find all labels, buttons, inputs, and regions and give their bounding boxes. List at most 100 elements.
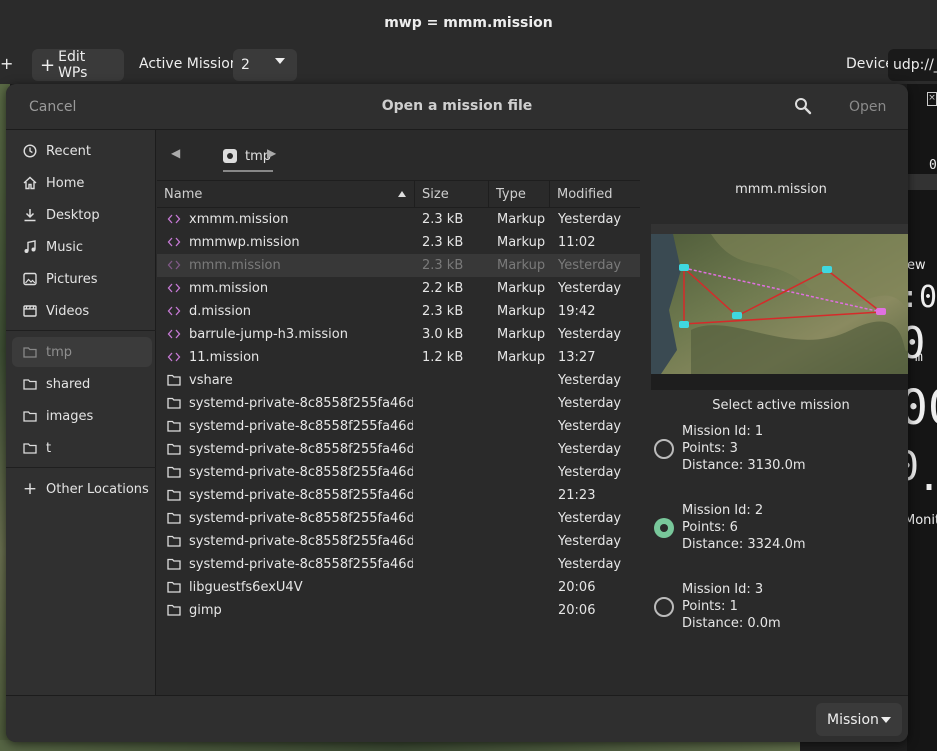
- file-type: Markup: [497, 304, 546, 319]
- radio-button[interactable]: [654, 439, 674, 459]
- sidebar-item-images[interactable]: images: [6, 401, 156, 431]
- path-crumb-tmp[interactable]: tmp: [223, 142, 274, 172]
- markup-file-icon: [167, 258, 181, 272]
- file-name: gimp: [189, 603, 222, 618]
- file-filter-dropdown[interactable]: Mission: [816, 703, 902, 736]
- file-type: Markup: [497, 212, 546, 227]
- device-field[interactable]: udp://__: [888, 49, 937, 81]
- file-modified: 19:42: [558, 304, 596, 319]
- folder-icon: [167, 396, 181, 410]
- sidebar-item-shared[interactable]: shared: [6, 369, 156, 399]
- column-header-modified[interactable]: Modified: [550, 181, 640, 208]
- markup-file-icon: [167, 350, 181, 364]
- chevron-left-icon[interactable]: ◀: [171, 146, 180, 160]
- pictures-icon: [22, 271, 38, 287]
- clock-icon: [22, 143, 38, 159]
- file-row[interactable]: systemd-private-8c8558f255fa46d… Yesterda…: [157, 392, 640, 415]
- folder-icon: [167, 442, 181, 456]
- close-icon[interactable]: ×: [927, 92, 937, 106]
- sidebar-item-label: Videos: [46, 303, 90, 319]
- file-row[interactable]: systemd-private-8c8558f255fa46d… 21:23: [157, 484, 640, 507]
- device-value: udp://__: [893, 57, 937, 73]
- main-toolbar: + + Edit WPs Active Mission 2 Device udp…: [0, 46, 937, 84]
- mission-id: Mission Id: 1: [682, 424, 764, 439]
- sidebar-item-videos[interactable]: Videos: [6, 296, 156, 326]
- file-row[interactable]: systemd-private-8c8558f255fa46d… Yesterda…: [157, 461, 640, 484]
- file-row[interactable]: systemd-private-8c8558f255fa46d… Yesterda…: [157, 415, 640, 438]
- sidebar-item-label: Other Locations: [46, 481, 149, 497]
- home-icon: [22, 175, 38, 191]
- videos-icon: [22, 303, 38, 319]
- sort-ascending-icon: [398, 191, 406, 197]
- file-name: systemd-private-8c8558f255fa46d…: [189, 465, 413, 480]
- column-header-name[interactable]: Name: [157, 181, 415, 208]
- folder-icon: [167, 580, 181, 594]
- mission-option-1[interactable]: Mission Id: 1 Points: 3 Distance: 3130.0…: [652, 424, 902, 484]
- plus-icon: +: [40, 54, 56, 76]
- sidebar-item-label: t: [46, 440, 52, 456]
- folder-icon: [22, 408, 38, 424]
- mission-option-3[interactable]: Mission Id: 3 Points: 1 Distance: 0.0m: [652, 582, 902, 642]
- file-row[interactable]: 11.mission 1.2 kB Markup 13:27: [157, 346, 640, 369]
- open-button[interactable]: Open: [849, 99, 886, 115]
- file-row[interactable]: systemd-private-8c8558f255fa46d… Yesterda…: [157, 553, 640, 576]
- sidebar-item-other-locations[interactable]: + Other Locations: [6, 474, 156, 504]
- search-icon[interactable]: [794, 97, 812, 115]
- file-row[interactable]: systemd-private-8c8558f255fa46d… Yesterda…: [157, 438, 640, 461]
- chevron-right-icon[interactable]: ▶: [267, 146, 276, 160]
- preview-title: mmm.mission: [735, 182, 827, 197]
- folder-icon: [167, 488, 181, 502]
- column-label: Type: [496, 187, 526, 202]
- file-size: 2.3 kB: [422, 304, 464, 319]
- sidebar-item-home[interactable]: Home: [6, 168, 156, 198]
- column-header-type[interactable]: Type: [489, 181, 550, 208]
- sidebar-item-tmp[interactable]: tmp: [12, 337, 152, 367]
- file-name: mm.mission: [189, 281, 269, 296]
- file-modified: 13:27: [558, 350, 596, 365]
- file-row[interactable]: xmmm.mission 2.3 kB Markup Yesterday: [157, 208, 640, 231]
- mission-distance: Distance: 3130.0m: [682, 458, 806, 473]
- radio-button[interactable]: [654, 597, 674, 617]
- file-row[interactable]: systemd-private-8c8558f255fa46d… Yesterda…: [157, 530, 640, 553]
- file-row[interactable]: mm.mission 2.2 kB Markup Yesterday: [157, 277, 640, 300]
- radio-button-selected[interactable]: [654, 518, 674, 538]
- file-row[interactable]: systemd-private-8c8558f255fa46d… Yesterda…: [157, 507, 640, 530]
- sidebar-item-desktop[interactable]: Desktop: [6, 200, 156, 230]
- sidebar-separator: [6, 330, 156, 331]
- file-row[interactable]: mmmwp.mission 2.3 kB Markup 11:02: [157, 231, 640, 254]
- sidebar-item-music[interactable]: Music: [6, 232, 156, 262]
- edit-wps-button[interactable]: + Edit WPs: [32, 49, 124, 81]
- file-modified: 21:23: [558, 488, 596, 503]
- file-row[interactable]: gimp 20:06: [157, 599, 640, 622]
- active-mission-value: 2: [241, 57, 250, 73]
- file-row[interactable]: libguestfs6exU4V 20:06: [157, 576, 640, 599]
- file-row[interactable]: mmm.mission 2.3 kB Markup Yesterday: [157, 254, 640, 277]
- telemetry-fragment-9: Monit: [907, 513, 937, 528]
- file-size: 2.3 kB: [422, 235, 464, 250]
- sidebar-item-label: shared: [46, 376, 91, 392]
- file-row[interactable]: vshare Yesterday: [157, 369, 640, 392]
- active-mission-dropdown[interactable]: 2: [233, 49, 297, 81]
- telemetry-fragment-1: 0: [929, 158, 937, 173]
- column-header-size[interactable]: Size: [415, 181, 489, 208]
- sidebar-item-recent[interactable]: Recent: [6, 136, 156, 166]
- dialog-footer: Mission: [6, 695, 908, 742]
- markup-file-icon: [167, 212, 181, 226]
- folder-icon: [22, 344, 38, 360]
- file-name: d.mission: [189, 304, 252, 319]
- file-modified: Yesterday: [558, 465, 622, 480]
- sidebar-item-pictures[interactable]: Pictures: [6, 264, 156, 294]
- sidebar-item-label: Desktop: [46, 207, 100, 223]
- file-row[interactable]: barrule-jump-h3.mission 3.0 kB Markup Yeste…: [157, 323, 640, 346]
- add-icon[interactable]: +: [0, 54, 13, 73]
- file-name: vshare: [189, 373, 233, 388]
- file-name: barrule-jump-h3.mission: [189, 327, 348, 342]
- file-modified: Yesterday: [558, 396, 622, 411]
- folder-icon: [22, 440, 38, 456]
- sidebar-item-t[interactable]: t: [6, 433, 156, 463]
- desktop-icon: [22, 207, 38, 223]
- mission-preview-pane: mmm.mission Select active mission Missio…: [640, 180, 908, 695]
- mission-option-2[interactable]: Mission Id: 2 Points: 6 Distance: 3324.0…: [652, 503, 902, 563]
- file-type: Markup: [497, 235, 546, 250]
- file-row[interactable]: d.mission 2.3 kB Markup 19:42: [157, 300, 640, 323]
